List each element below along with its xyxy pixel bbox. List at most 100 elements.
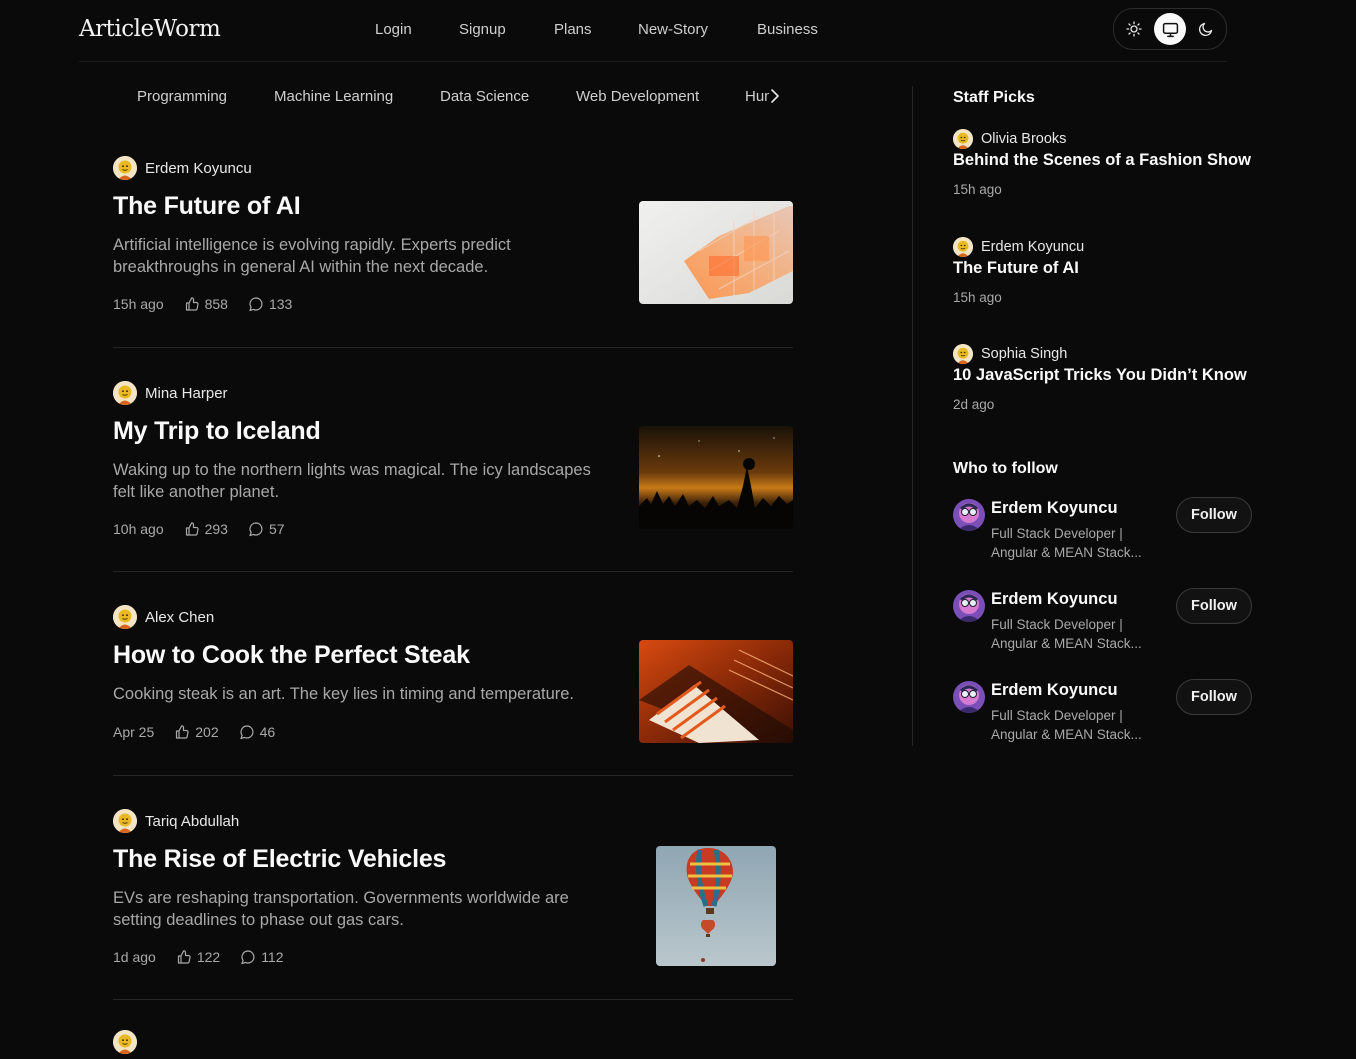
follow-name[interactable]: Erdem Koyuncu (991, 499, 1118, 518)
follow-button[interactable]: Follow (1176, 679, 1252, 715)
comment-count-value: 46 (259, 724, 276, 740)
nav-signup[interactable]: Signup (459, 21, 506, 38)
like-count-value: 293 (204, 521, 228, 537)
like-count-value: 202 (195, 724, 219, 740)
like-count[interactable]: 202 (174, 724, 219, 740)
avatar (953, 129, 973, 149)
follow-name[interactable]: Erdem Koyuncu (991, 590, 1118, 609)
comment-count-value: 57 (268, 521, 285, 537)
pick-title[interactable]: Behind the Scenes of a Fashion Show (953, 151, 1251, 170)
comment-icon (248, 296, 264, 312)
staff-pick-item[interactable]: Olivia Brooks Behind the Scenes of a Fas… (953, 127, 1273, 207)
thumbs-up-icon (176, 949, 192, 965)
staff-pick-item[interactable]: Sophia Singh 10 JavaScript Tricks You Di… (953, 342, 1273, 422)
comment-icon (240, 949, 256, 965)
like-count[interactable]: 858 (184, 296, 228, 312)
follow-button[interactable]: Follow (1176, 497, 1252, 533)
moon-icon (1198, 22, 1213, 37)
comment-count[interactable]: 57 (248, 521, 285, 537)
article-thumbnail[interactable] (639, 201, 793, 304)
article-description: Cooking steak is an art. The key lies in… (113, 685, 575, 703)
thumbs-up-icon (174, 724, 190, 740)
follow-bio: Full Stack Developer | Angular & MEAN St… (991, 708, 1142, 742)
avatar[interactable] (953, 590, 985, 622)
light-theme-button[interactable] (1118, 13, 1150, 45)
category-web-development[interactable]: Web Development (576, 88, 699, 105)
article-title[interactable]: The Rise of Electric Vehicles (113, 845, 446, 874)
category-partial[interactable]: Humor (745, 88, 769, 105)
follow-bio: Full Stack Developer | Angular & MEAN St… (991, 526, 1142, 560)
article-title[interactable]: How to Cook the Perfect Steak (113, 641, 470, 670)
comment-count[interactable]: 46 (239, 724, 276, 740)
category-data-science[interactable]: Data Science (440, 88, 529, 105)
pick-time: 15h ago (953, 290, 1002, 305)
like-count[interactable]: 293 (184, 521, 228, 537)
author-name: Erdem Koyuncu (145, 159, 252, 177)
article-author[interactable]: Alex Chen (113, 605, 214, 629)
pick-title[interactable]: 10 JavaScript Tricks You Didn’t Know (953, 366, 1247, 385)
staff-pick-item[interactable]: Erdem Koyuncu The Future of AI 15h ago (953, 235, 1273, 315)
like-count[interactable]: 122 (176, 949, 220, 965)
who-to-follow-heading: Who to follow (953, 460, 1058, 477)
article-meta: 10h ago 293 57 (113, 521, 305, 537)
pick-title[interactable]: The Future of AI (953, 259, 1079, 278)
article-thumbnail[interactable] (639, 426, 793, 529)
pick-author[interactable]: Erdem Koyuncu (953, 235, 1084, 259)
article-description: Waking up to the northern lights was mag… (113, 461, 591, 501)
avatar (953, 344, 973, 364)
article-card[interactable]: Alex Chen How to Cook the Perfect Steak … (113, 605, 793, 765)
sidebar-divider (912, 86, 913, 746)
author-name: Tariq Abdullah (145, 812, 240, 830)
system-theme-button[interactable] (1154, 13, 1186, 45)
like-count-value: 858 (204, 296, 228, 312)
article-author[interactable]: Mina Harper (113, 381, 228, 405)
article-meta: 1d ago 122 112 (113, 949, 304, 965)
follow-name[interactable]: Erdem Koyuncu (991, 681, 1118, 700)
comment-count[interactable]: 112 (240, 949, 284, 965)
nav-plans[interactable]: Plans (554, 21, 592, 38)
avatar (113, 605, 137, 629)
author-name: Sophia Singh (981, 346, 1068, 362)
nav-login[interactable]: Login (375, 21, 412, 38)
nav-new-story[interactable]: New-Story (638, 21, 708, 38)
top-header: ArticleWorm Login Signup Plans New-Story… (0, 0, 1356, 62)
article-divider (113, 775, 793, 776)
article-author[interactable]: Tariq Abdullah (113, 809, 239, 833)
follow-suggestion: Erdem Koyuncu Full Stack Developer | Ang… (953, 497, 1263, 567)
article-title[interactable]: The Future of AI (113, 192, 301, 221)
author-name: Mina Harper (145, 384, 228, 402)
article-thumbnail[interactable] (656, 846, 776, 966)
article-card[interactable]: Mina Harper My Trip to Iceland Waking up… (113, 381, 793, 541)
article-title[interactable]: My Trip to Iceland (113, 417, 321, 446)
article-description: Artificial intelligence is evolving rapi… (113, 236, 511, 276)
category-scroll-right[interactable] (769, 88, 781, 109)
follow-suggestion: Erdem Koyuncu Full Stack Developer | Ang… (953, 588, 1263, 658)
comment-icon (248, 521, 264, 537)
category-machine-learning[interactable]: Machine Learning (274, 88, 393, 105)
comment-count[interactable]: 133 (248, 296, 292, 312)
site-logo[interactable]: ArticleWorm (79, 16, 221, 42)
article-author[interactable]: Erdem Koyuncu (113, 156, 252, 180)
article-card[interactable]: Erdem Koyuncu The Future of AI Artificia… (113, 156, 793, 316)
pick-author[interactable]: Olivia Brooks (953, 127, 1066, 151)
category-programming[interactable]: Programming (137, 88, 227, 105)
sun-icon (1126, 21, 1142, 37)
avatar (113, 156, 137, 180)
article-time: 15h ago (113, 296, 164, 312)
nav-business[interactable]: Business (757, 21, 818, 38)
avatar[interactable] (953, 499, 985, 531)
like-count-value: 122 (196, 949, 221, 965)
dark-theme-button[interactable] (1190, 13, 1222, 45)
avatar[interactable] (953, 681, 985, 713)
author-name: Alex Chen (145, 608, 215, 626)
follow-bio: Full Stack Developer | Angular & MEAN St… (991, 617, 1142, 651)
article-time: 10h ago (113, 521, 164, 537)
avatar (953, 237, 973, 257)
chevron-right-icon (771, 89, 779, 103)
article-time: Apr 25 (113, 724, 155, 740)
pick-author[interactable]: Sophia Singh (953, 342, 1067, 366)
follow-button[interactable]: Follow (1176, 588, 1252, 624)
article-card[interactable]: Tariq Abdullah The Rise of Electric Vehi… (113, 809, 793, 979)
avatar (113, 381, 137, 405)
article-thumbnail[interactable] (639, 640, 793, 743)
